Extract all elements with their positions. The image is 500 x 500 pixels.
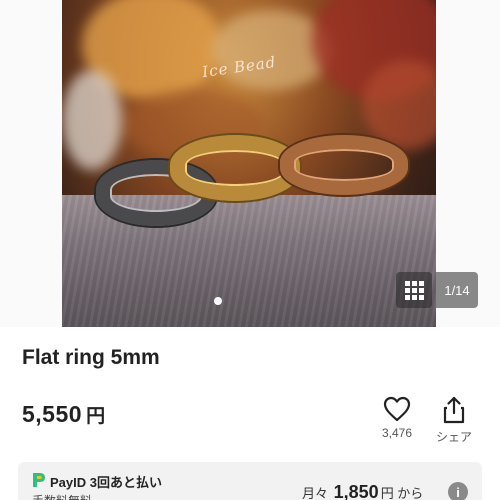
share-button[interactable]: シェア [434,396,474,445]
payid-installment-panel[interactable]: PayID 3回あと払い 手数料無料 月々 1,850円 から i [18,462,482,500]
payid-label: PayID 3回あと払い [50,475,162,490]
price-value: 5,550 [22,401,83,427]
gallery-left-margin [0,0,62,327]
info-icon[interactable]: i [448,482,468,500]
product-price: 5,550 円 [22,401,106,428]
grid-view-button[interactable] [396,272,432,308]
payid-sub: 手数料無料 [32,492,92,500]
gallery-page-dot[interactable] [214,297,222,305]
share-icon [443,396,465,424]
monthly-payment: 月々 1,850 円 から [302,482,423,500]
image-counter: 1/14 [436,272,478,308]
like-count: 3,476 [381,426,413,440]
share-label: シェア [435,430,472,444]
monthly-suffix: 円 から [380,486,424,500]
grid-icon [404,280,410,286]
heart-icon [383,396,411,422]
copper-ring [280,135,408,195]
monthly-prefix: 月々 [302,486,329,500]
image-gallery[interactable]: Ice Bead 1/14 [0,0,500,327]
payid-logo-icon [33,473,45,487]
price-currency: 円 [86,406,106,427]
product-title: Flat ring 5mm [22,346,160,369]
like-button[interactable]: 3,476 [377,396,417,440]
monthly-amount: 1,850 [333,482,379,500]
product-photo[interactable]: Ice Bead [62,0,436,327]
